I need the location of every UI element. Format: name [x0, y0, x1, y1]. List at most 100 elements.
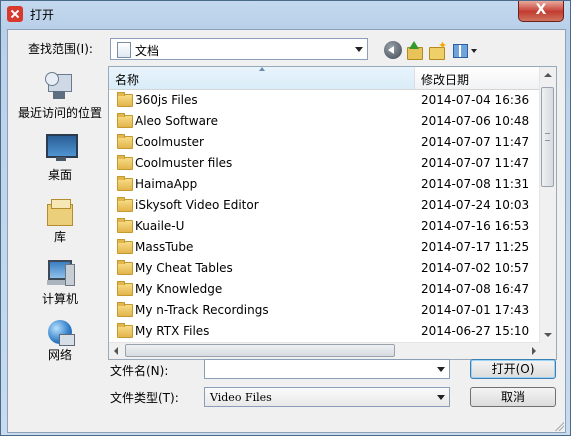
scrollbar-thumb[interactable] — [541, 87, 554, 187]
file-date: 2014-07-07 11:47 — [421, 135, 530, 149]
close-button[interactable]: X — [518, 1, 564, 22]
file-date: 2014-06-27 15:10 — [421, 324, 530, 338]
up-folder-icon[interactable] — [406, 41, 424, 60]
file-date: 2014-07-08 16:47 — [421, 282, 530, 296]
folder-icon — [117, 281, 133, 296]
open-dialog: 打开 X 查找范围(I): 文档 ✦ 最近访问的位置 桌面 库 计算机 网络 名… — [0, 0, 571, 436]
file-name: My RTX Files — [135, 324, 210, 338]
column-header-date[interactable]: 修改日期 — [415, 67, 541, 89]
file-date: 2014-07-08 11:31 — [421, 177, 530, 191]
file-date: 2014-07-17 11:25 — [421, 240, 530, 254]
table-row[interactable]: My Cheat Tables 2014-07-02 10:57 — [109, 258, 541, 279]
filename-input[interactable] — [207, 361, 427, 377]
place-desktop[interactable]: 桌面 — [14, 134, 106, 186]
window-title: 打开 — [30, 8, 55, 22]
file-name: Aleo Software — [135, 114, 218, 128]
new-folder-icon[interactable]: ✦ — [428, 40, 447, 60]
table-row[interactable]: HaimaApp 2014-07-08 11:31 — [109, 174, 541, 195]
folder-icon — [117, 113, 133, 128]
table-row[interactable]: My Knowledge 2014-07-08 16:47 — [109, 279, 541, 300]
file-name: My Knowledge — [135, 282, 223, 296]
filetype-label: 文件类型(T): — [110, 391, 179, 405]
scroll-right-icon[interactable] — [532, 347, 536, 355]
folder-icon — [117, 260, 133, 275]
libraries-icon — [45, 196, 77, 226]
documents-folder-icon — [117, 42, 131, 58]
open-button[interactable]: 打开(O) — [470, 359, 556, 379]
column-header-label: 修改日期 — [421, 73, 470, 87]
look-in-label: 查找范围(I): — [28, 42, 93, 56]
file-name: iSkysoft Video Editor — [135, 198, 259, 212]
folder-icon — [117, 92, 133, 107]
title-bar[interactable]: 打开 X — [1, 1, 570, 29]
look-in-dropdown[interactable]: 文档 — [110, 38, 368, 60]
file-date: 2014-07-01 17:43 — [421, 303, 530, 317]
filename-combo[interactable] — [204, 359, 450, 379]
table-row[interactable]: Coolmuster 2014-07-07 11:47 — [109, 132, 541, 153]
table-row[interactable]: iSkysoft Video Editor 2014-07-24 10:03 — [109, 195, 541, 216]
column-header-label: 名称 — [115, 73, 140, 87]
table-row[interactable]: MassTube 2014-07-17 11:25 — [109, 237, 541, 258]
horizontal-scrollbar[interactable] — [109, 342, 541, 359]
place-computer[interactable]: 计算机 — [14, 258, 106, 310]
cancel-button[interactable]: 取消 — [470, 387, 556, 407]
file-list[interactable]: 名称 修改日期 360js Files 2014-07-04 16:36 Aleo … — [108, 66, 557, 360]
dialog-body: 查找范围(I): 文档 ✦ 最近访问的位置 桌面 库 计算机 网络 名称 修改日… — [7, 29, 566, 433]
desktop-icon — [45, 134, 78, 164]
table-row[interactable]: Aleo Software 2014-07-06 10:48 — [109, 111, 541, 132]
place-libraries[interactable]: 库 — [14, 196, 106, 248]
table-row[interactable]: Coolmuster files 2014-07-07 11:47 — [109, 153, 541, 174]
folder-icon — [117, 239, 133, 254]
place-label: 计算机 — [41, 292, 78, 306]
place-label: 网络 — [47, 348, 72, 362]
column-header-name[interactable]: 名称 — [109, 67, 415, 89]
folder-icon — [117, 197, 133, 212]
resize-grip-icon[interactable] — [554, 421, 564, 431]
scroll-corner — [540, 343, 556, 359]
view-menu-icon[interactable] — [452, 41, 480, 59]
scroll-left-icon[interactable] — [114, 347, 118, 355]
chevron-down-icon — [355, 47, 363, 52]
folder-icon — [117, 155, 133, 170]
place-label: 最近访问的位置 — [17, 106, 102, 120]
sort-ascending-icon — [259, 67, 265, 71]
look-in-value: 文档 — [135, 44, 160, 58]
file-name: 360js Files — [135, 93, 198, 107]
folder-icon — [117, 134, 133, 149]
scrollbar-thumb[interactable] — [125, 344, 395, 357]
table-row[interactable]: My RTX Files 2014-06-27 15:10 — [109, 321, 541, 342]
filename-label: 文件名(N): — [110, 364, 169, 378]
file-date: 2014-07-24 10:03 — [421, 198, 530, 212]
folder-icon — [117, 302, 133, 317]
places-bar: 最近访问的位置 桌面 库 计算机 网络 — [14, 66, 106, 362]
file-name: My Cheat Tables — [135, 261, 233, 275]
file-name: MassTube — [135, 240, 194, 254]
folder-icon — [117, 218, 133, 233]
place-network[interactable]: 网络 — [14, 320, 106, 362]
scroll-up-icon[interactable] — [544, 73, 552, 77]
file-date: 2014-07-16 16:53 — [421, 219, 530, 233]
filetype-dropdown[interactable]: Video Files — [204, 387, 450, 407]
file-name: Coolmuster — [135, 135, 204, 149]
file-name: Coolmuster files — [135, 156, 233, 170]
chevron-down-icon — [437, 395, 445, 400]
filetype-value: Video Files — [210, 391, 272, 404]
place-recent[interactable]: 最近访问的位置 — [14, 72, 106, 124]
column-header: 名称 修改日期 — [109, 67, 541, 90]
file-date: 2014-07-02 10:57 — [421, 261, 530, 275]
table-row[interactable]: Kuaile-U 2014-07-16 16:53 — [109, 216, 541, 237]
recent-places-icon — [45, 72, 77, 102]
file-name: My n-Track Recordings — [135, 303, 269, 317]
scroll-down-icon[interactable] — [544, 333, 552, 337]
back-icon[interactable] — [384, 41, 402, 59]
chevron-down-icon[interactable] — [437, 367, 445, 372]
file-date: 2014-07-04 16:36 — [421, 93, 530, 107]
folder-icon — [117, 176, 133, 191]
vertical-scrollbar[interactable] — [539, 67, 556, 343]
file-date: 2014-07-06 10:48 — [421, 114, 530, 128]
place-label: 库 — [53, 230, 66, 244]
app-icon — [7, 6, 23, 22]
table-row[interactable]: 360js Files 2014-07-04 16:36 — [109, 90, 541, 111]
file-date: 2014-07-07 11:47 — [421, 156, 530, 170]
table-row[interactable]: My n-Track Recordings 2014-07-01 17:43 — [109, 300, 541, 321]
